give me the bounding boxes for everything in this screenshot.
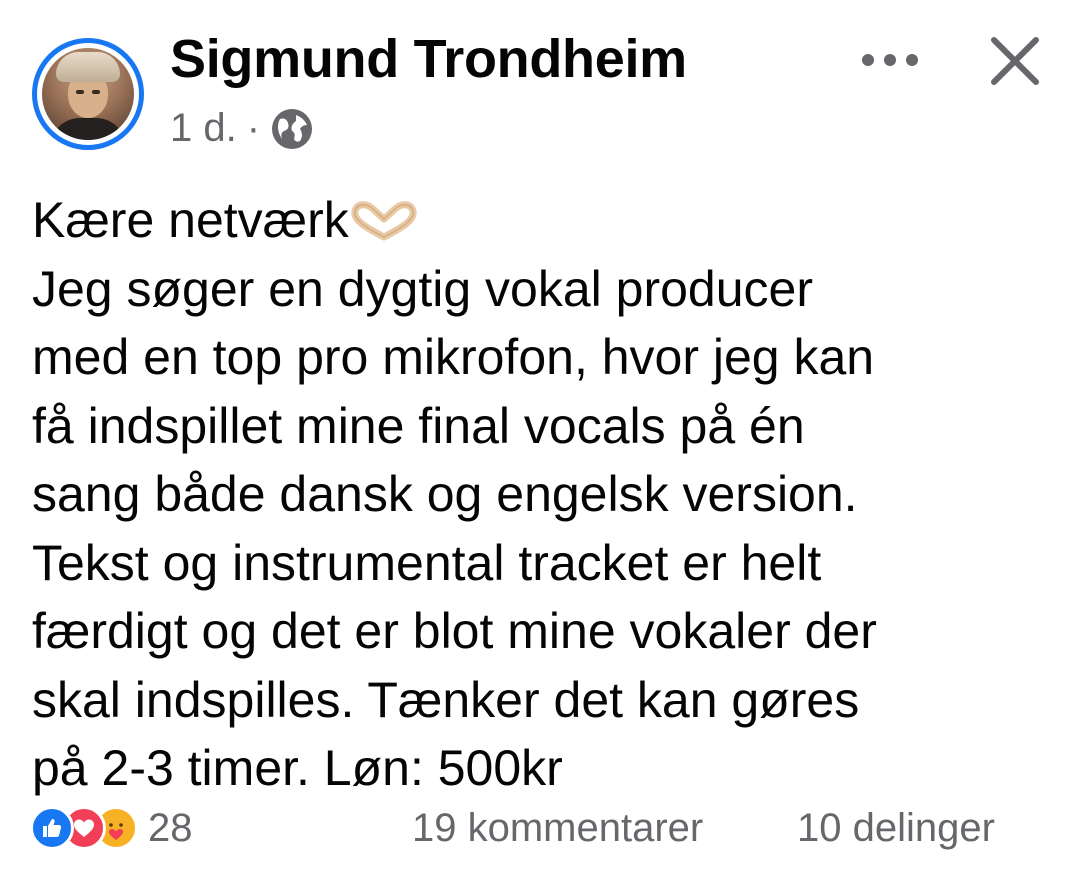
heart-hands-icon [349, 190, 419, 241]
more-options-icon[interactable] [862, 42, 918, 78]
reactions-summary[interactable]: 28 [30, 806, 193, 850]
post-text-line: Tekst og instrumental tracket er helt [32, 534, 822, 591]
shares-count[interactable]: 10 delinger [797, 806, 995, 851]
comments-count[interactable]: 19 kommentarer [412, 806, 703, 851]
post-text-line: med en top pro mikrofon, hvor jeg kan [32, 329, 875, 385]
post-text-line: sang både dansk og engelsk version. [32, 466, 858, 522]
avatar[interactable] [32, 38, 144, 150]
facebook-post: Sigmund Trondheim 1 d. · Kære netværk Je… [0, 0, 1074, 878]
post-time[interactable]: 1 d. [170, 106, 237, 151]
post-text-line: Jeg søger en dygtig vokal producer [32, 260, 813, 317]
post-meta: 1 d. · [170, 106, 314, 151]
post-text-line: færdigt og det er blot mine vokaler der [32, 603, 877, 659]
author-name[interactable]: Sigmund Trondheim [170, 28, 687, 90]
post-text-line: få indspillet mine final vocals på én [32, 397, 805, 454]
post-text: Kære netværk Jeg søger en dygtig vokal p… [32, 186, 1042, 803]
like-icon [30, 806, 74, 850]
profile-photo [42, 48, 134, 140]
close-icon[interactable] [988, 34, 1042, 88]
post-text-line: på 2-3 timer. Løn: 500kr [32, 740, 563, 796]
post-text-line: skal indspilles. Tænker det kan gøres [32, 671, 860, 728]
reaction-count: 28 [148, 805, 193, 850]
post-text-line: Kære netværk [32, 186, 1042, 255]
meta-separator: · [246, 106, 261, 150]
globe-icon[interactable] [270, 107, 314, 151]
